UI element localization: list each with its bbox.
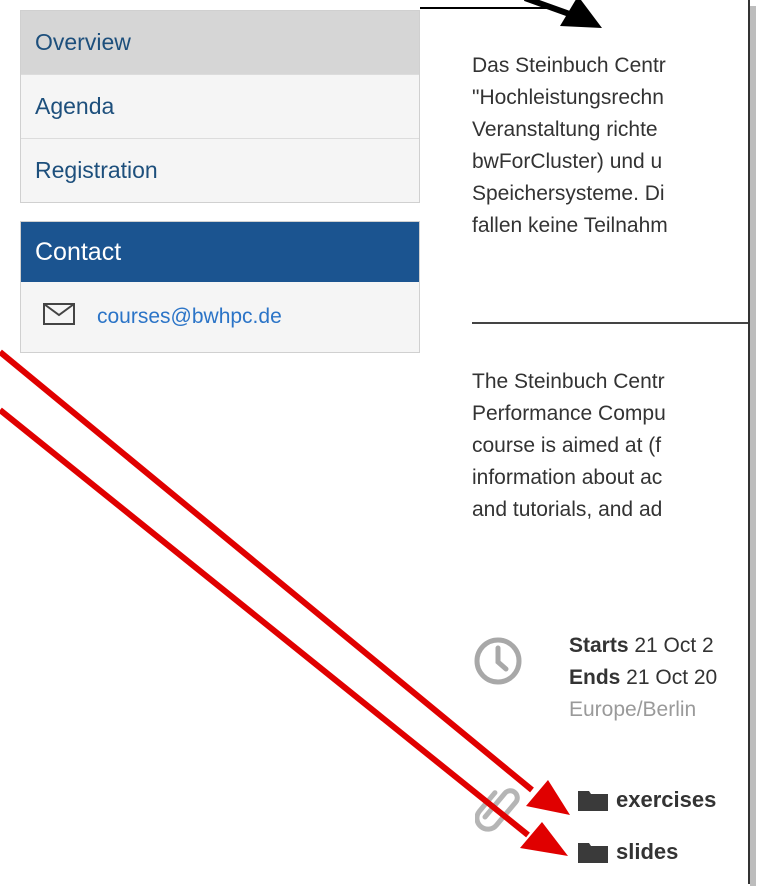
sidebar-item-overview[interactable]: Overview: [21, 11, 419, 74]
sidebar-menu: Overview Agenda Registration: [20, 10, 420, 203]
page-shadow: [750, 6, 756, 886]
paperclip-icon: [475, 788, 520, 832]
attachment-label: slides: [616, 839, 679, 864]
attachment-exercises[interactable]: exercises: [578, 787, 716, 813]
text-line: Das Steinbuch Centr: [472, 54, 666, 77]
english-description: The Steinbuch Centr Performance Compu co…: [472, 366, 748, 526]
attachment-slides[interactable]: slides: [578, 839, 678, 865]
clock-icon: [474, 637, 522, 685]
text-line: information about ac: [472, 466, 663, 489]
contact-row: courses@bwhpc.de: [21, 282, 419, 352]
ends-label: Ends: [569, 666, 621, 689]
text-line: The Steinbuch Centr: [472, 370, 665, 393]
starts-label: Starts: [569, 634, 629, 657]
page-frame: Overview Agenda Registration Contact cou…: [0, 0, 750, 884]
folder-icon: [578, 791, 608, 811]
text-line: "Hochleistungsrechn: [472, 86, 664, 109]
german-description: Das Steinbuch Centr "Hochleistungsrechn …: [472, 50, 748, 242]
text-line: Speichersysteme. Di: [472, 182, 665, 205]
text-line: fallen keine Teilnahm: [472, 214, 668, 237]
sidebar-item-agenda[interactable]: Agenda: [21, 74, 419, 138]
contact-email-link[interactable]: courses@bwhpc.de: [97, 305, 282, 329]
start-date: Starts 21 Oct 2: [569, 630, 717, 662]
text-line: course is aimed at (f: [472, 434, 662, 457]
sidebar-item-registration[interactable]: Registration: [21, 138, 419, 202]
ends-value: 21 Oct 20: [620, 666, 718, 689]
starts-value: 21 Oct 2: [628, 634, 714, 657]
attachment-label: exercises: [616, 787, 717, 812]
divider: [472, 322, 748, 324]
text-line: and tutorials, and ad: [472, 498, 663, 521]
contact-title: Contact: [21, 222, 419, 282]
text-line: Performance Compu: [472, 402, 666, 425]
text-line: bwForCluster) und u: [472, 150, 663, 173]
timezone: Europe/Berlin: [569, 698, 697, 721]
event-dates: Starts 21 Oct 2 Ends 21 Oct 20 Europe/Be…: [569, 630, 717, 726]
text-line: Veranstaltung richte: [472, 118, 658, 141]
contact-box: Contact courses@bwhpc.de: [20, 221, 420, 353]
folder-icon: [578, 843, 608, 863]
envelope-icon: [43, 303, 75, 325]
end-date: Ends 21 Oct 20: [569, 662, 717, 694]
